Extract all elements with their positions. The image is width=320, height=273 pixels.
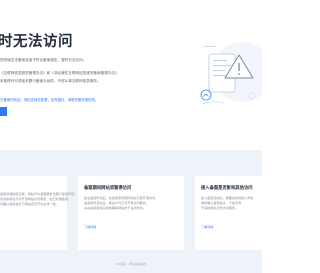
page-title: 时无法访问 <box>0 34 73 50</box>
info-card-1: 备案管理制度实施，网站开办者需要依法履行备案手续， 完成备案后方可开通网站访问服… <box>0 176 77 250</box>
description-line-3: 未取得许可或者未履行备案手续的，不得从事互联网信息服务。 <box>0 79 101 83</box>
card-title: 接入备案是否影响其他访问 <box>201 186 253 191</box>
footer-text: ICP备案 · 网站备案服务 <box>115 262 147 266</box>
primary-button[interactable] <box>0 107 7 116</box>
warning-illustration-icon <box>200 42 262 105</box>
card-body: 提交备案申请后，在备案审核期间网站不能开通访问， 备案审核通过后，网站方可正式开… <box>84 196 158 212</box>
help-link[interactable]: 已备案的网站，请检查域名配置；如有疑问，请联系服务提供商。 <box>0 97 98 102</box>
info-card-2: 备案期间网站须暂停访问 提交备案申请后，在备案审核期间网站不能开通访问， 备案审… <box>78 176 184 250</box>
card-title: 备案期间网站须暂停访问 <box>84 186 132 191</box>
card-body-line: 已有的网站正常访问服务。 <box>201 206 239 211</box>
card-body: 备案管理制度实施，网站开办者需要依法履行备案手续， 完成备案后方可开通网站访问服… <box>0 192 77 208</box>
hero-section: 时无法访问 您的域名未备案或者不符合备案规定，暂时无法访问。 《互联网信息服务管… <box>0 0 262 150</box>
card-body-line: 请在备案审核完成前确保网站处于关闭状态。 <box>84 206 146 211</box>
card-body: 接入备案完成后，需要在新的接入商处 重新确认备案信息，不会影响 已有的网站正常访… <box>201 196 254 212</box>
card-link[interactable]: 了解详情 <box>84 224 96 229</box>
description-line-2: 《互联网信息服务管理办法》和《非经营性互联网信息服务备案管理办法》 <box>0 71 119 75</box>
card-link[interactable]: 了解详情 <box>201 224 213 229</box>
info-card-3: 接入备案是否影响其他访问 接入备案完成后，需要在新的接入商处 重新确认备案信息，… <box>195 176 262 250</box>
card-body-line: 请确认备案信息与网站实际开办主体一致。 <box>0 202 59 207</box>
description-line-1: 您的域名未备案或者不符合备案规定，暂时无法访问。 <box>0 58 87 62</box>
